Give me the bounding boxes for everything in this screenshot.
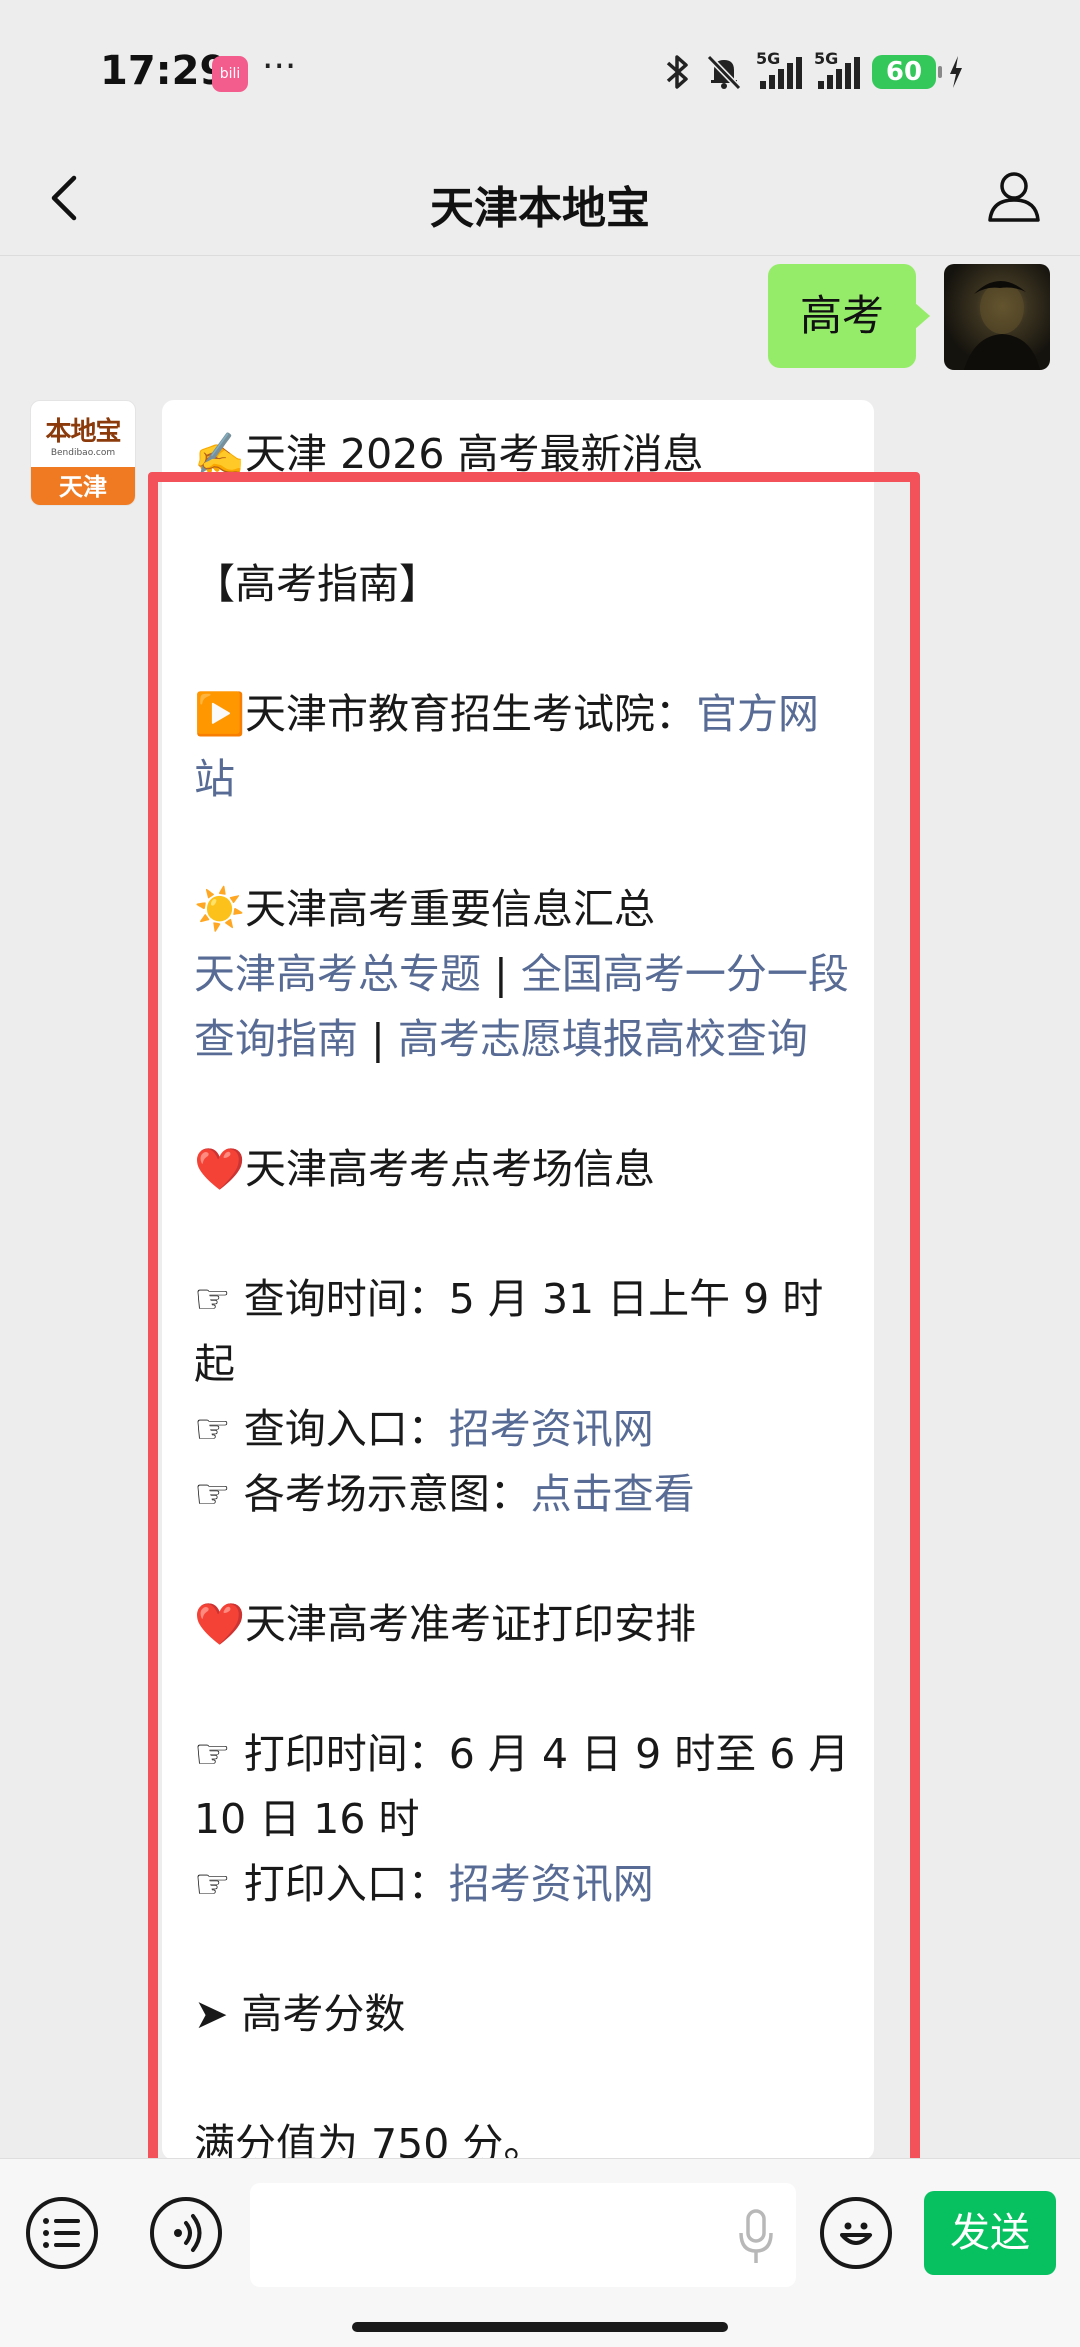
- bot-avatar[interactable]: 本地宝 Bendibao.com 天津: [30, 400, 136, 506]
- user-message-bubble[interactable]: 高考: [768, 264, 930, 368]
- battery-icon: 60: [872, 55, 942, 89]
- venue-entry-line: ☞ 查询入口：招考资讯网: [194, 1405, 654, 1453]
- exam-institute-line: ▶️天津市教育招生考试院：官方网站: [194, 690, 820, 803]
- bluetooth-icon: [666, 55, 688, 89]
- menu-list-icon: [43, 2218, 80, 2248]
- signal-5g-icon-2: 5G: [814, 49, 860, 89]
- bot-message-text: ✍️天津 2026 高考最新消息 【高考指南】 ▶️天津市教育招生考试院：官方网…: [194, 422, 854, 2160]
- menu-button[interactable]: [26, 2197, 98, 2269]
- smiley-icon: [840, 2222, 872, 2245]
- venue-entry-link[interactable]: 招考资讯网: [449, 1405, 654, 1453]
- emoji-button[interactable]: [820, 2197, 892, 2269]
- voice-icon: [174, 2214, 202, 2252]
- message-input[interactable]: [250, 2183, 796, 2287]
- info-links: 天津高考总专题 | 全国高考一分一段查询指南 | 高考志愿填报高校查询: [194, 950, 849, 1063]
- score-text: 满分值为 750 分。: [194, 2120, 545, 2160]
- score-heading: ➤ 高考分数: [194, 1990, 406, 2038]
- chat-title: 天津本地宝: [430, 183, 650, 234]
- status-indicators: 5G 5G 60: [664, 49, 964, 94]
- user-avatar[interactable]: [944, 264, 1050, 370]
- admit-entry-line: ☞ 打印入口：招考资讯网: [194, 1860, 654, 1908]
- chat-header: 天津本地宝: [0, 140, 1080, 256]
- college-application-link[interactable]: 高考志愿填报高校查询: [398, 1015, 808, 1063]
- venue-map-link[interactable]: 点击查看: [531, 1470, 695, 1518]
- venue-time: ☞ 查询时间：5 月 31 日上午 9 时起: [194, 1275, 824, 1388]
- voice-toggle-button[interactable]: [150, 2197, 222, 2269]
- admit-entry-link[interactable]: 招考资讯网: [449, 1860, 654, 1908]
- admit-heading: ❤️天津高考准考证打印安排: [194, 1600, 697, 1648]
- more-notifications-icon: ···: [262, 46, 297, 87]
- tianjin-gaokao-topic-link[interactable]: 天津高考总专题: [194, 950, 481, 998]
- signal-5g-icon: 5G: [756, 49, 802, 89]
- mute-bell-icon: [706, 54, 742, 91]
- guide-heading: 【高考指南】: [194, 560, 440, 608]
- input-bar: 发送: [0, 2158, 1080, 2347]
- info-heading: ☀️天津高考重要信息汇总: [194, 885, 656, 933]
- status-time: 17:29: [100, 48, 228, 94]
- profile-button[interactable]: [982, 164, 1046, 228]
- venue-heading: ❤️天津高考考点考场信息: [194, 1145, 656, 1193]
- bot-message-bubble: ✍️天津 2026 高考最新消息 【高考指南】 ▶️天津市教育招生考试院：官方网…: [162, 400, 874, 2160]
- message-title: ✍️天津 2026 高考最新消息: [194, 430, 704, 478]
- send-button[interactable]: 发送: [924, 2191, 1056, 2275]
- venue-map-line: ☞ 各考场示意图：点击查看: [194, 1470, 695, 1518]
- charging-icon: [950, 56, 962, 88]
- bilibili-notification-icon: bili: [212, 56, 248, 92]
- bendibao-city: 天津: [31, 467, 135, 505]
- home-indicator[interactable]: [352, 2322, 728, 2332]
- bendibao-url: Bendibao.com: [50, 447, 116, 458]
- microphone-icon[interactable]: [738, 2209, 774, 2265]
- bendibao-logo: 本地宝: [45, 416, 121, 447]
- admit-time: ☞ 打印时间：6 月 4 日 9 时至 6 月 10 日 16 时: [194, 1730, 850, 1843]
- status-bar: 17:29 bili ··· 5G 5G 60: [0, 0, 1080, 140]
